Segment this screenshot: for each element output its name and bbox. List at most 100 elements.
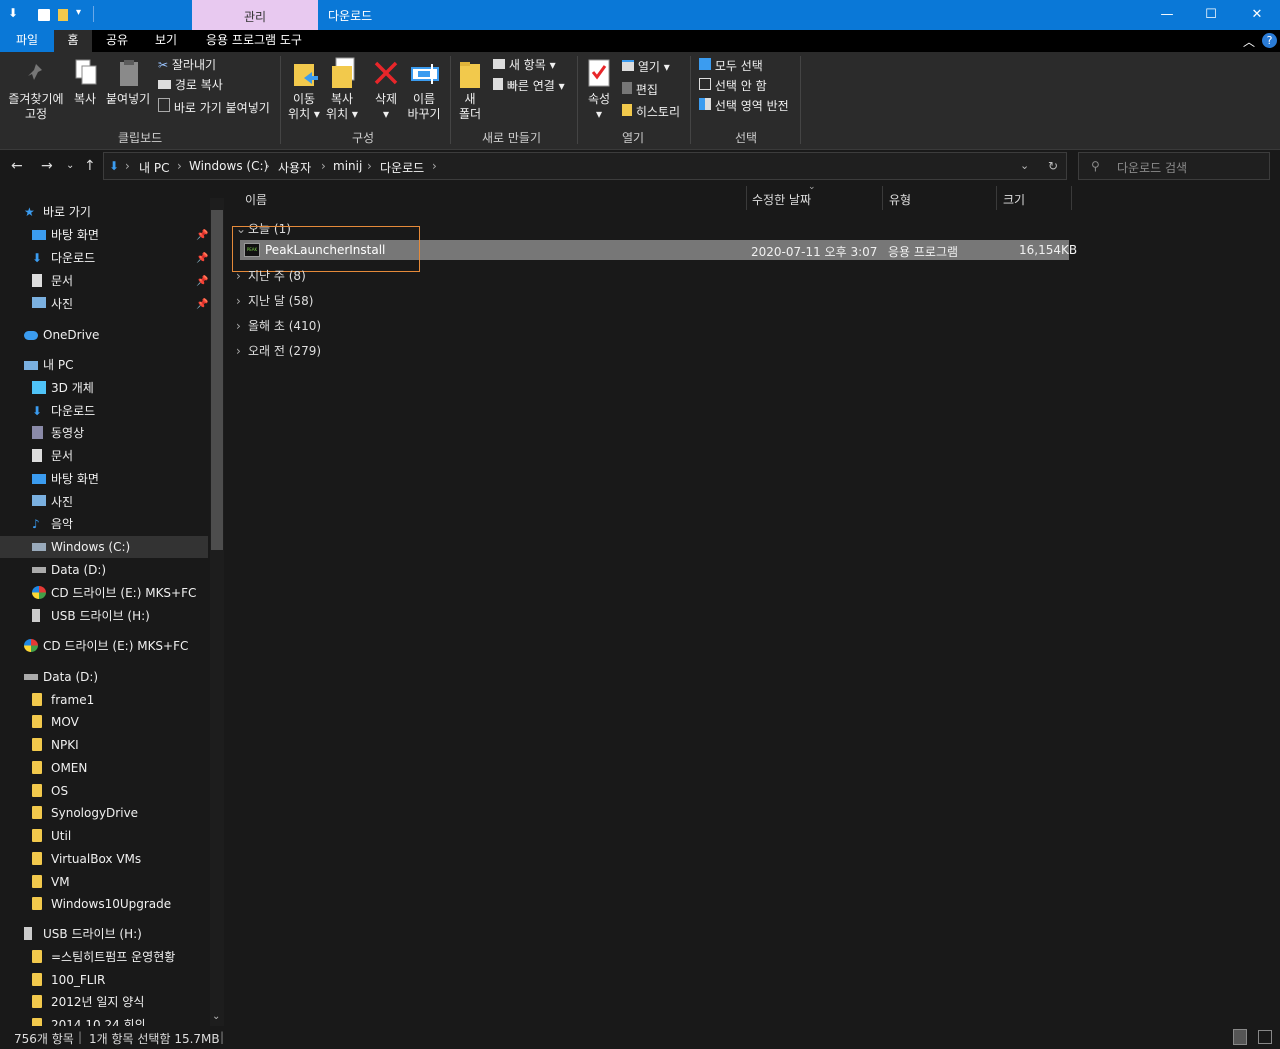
group-long-ago[interactable]: › 오래 전 (279) bbox=[236, 342, 321, 359]
paste-shortcut-button[interactable]: 바로 가기 붙여넣기 bbox=[158, 98, 270, 116]
breadcrumb-downloads[interactable]: 다운로드 bbox=[380, 159, 424, 176]
open-button[interactable]: 열기 ▾ bbox=[622, 60, 670, 75]
column-header-name[interactable]: 이름 bbox=[245, 191, 267, 208]
column-separator[interactable] bbox=[996, 186, 997, 210]
new-item-button[interactable]: 새 항목 ▾ bbox=[493, 58, 556, 73]
select-all-button[interactable]: 모두 선택 bbox=[699, 58, 763, 74]
folder-icon bbox=[32, 738, 42, 751]
chevron-right-icon[interactable]: › bbox=[432, 159, 437, 173]
chevron-right-icon[interactable]: › bbox=[321, 159, 326, 173]
copy-path-button[interactable]: 경로 복사 bbox=[158, 78, 223, 93]
close-button[interactable]: ✕ bbox=[1234, 0, 1280, 30]
nav-scrollbar-thumb[interactable] bbox=[211, 210, 223, 550]
chevron-right-icon[interactable]: › bbox=[367, 159, 372, 173]
group-label: 오래 전 (279) bbox=[248, 344, 322, 358]
breadcrumb-this-pc[interactable]: 내 PC bbox=[139, 159, 169, 176]
document-icon bbox=[32, 274, 42, 287]
tab-file[interactable]: 파일 bbox=[0, 30, 54, 52]
chevron-right-icon[interactable]: › bbox=[125, 159, 130, 173]
breadcrumb-users[interactable]: 사용자 bbox=[278, 159, 311, 176]
forward-icon[interactable]: → bbox=[41, 158, 53, 174]
group-last-week[interactable]: › 지난 주 (8) bbox=[236, 267, 306, 284]
back-icon[interactable]: ← bbox=[11, 158, 23, 174]
pin-label-1: 즐겨찾기에 bbox=[8, 92, 64, 106]
tab-share[interactable]: 공유 bbox=[98, 30, 136, 52]
address-bar[interactable]: ⬇ › 내 PC › Windows (C:) › 사용자 › minij › … bbox=[103, 152, 1067, 180]
details-view-icon[interactable] bbox=[1233, 1029, 1247, 1045]
search-input[interactable]: 다운로드 검색 bbox=[1117, 159, 1187, 176]
select-none-icon bbox=[699, 78, 711, 90]
customize-quick-access-icon[interactable]: ▾ bbox=[76, 7, 81, 18]
navigation-pane: ★ 바로 가기 바탕 화면 📌 ⬇ 다운로드 📌 문서 📌 사진 📌 OneDriv… bbox=[0, 186, 226, 1026]
nav-label: 3D 개체 bbox=[51, 381, 94, 395]
select-all-label: 모두 선택 bbox=[714, 59, 763, 73]
context-tab-manage[interactable]: 관리 bbox=[192, 0, 318, 30]
nav-label: OneDrive bbox=[43, 328, 100, 342]
pin-icon[interactable]: 📌 bbox=[196, 253, 208, 264]
column-separator[interactable] bbox=[746, 186, 747, 210]
history-icon bbox=[622, 104, 632, 116]
nav-label: Windows10Upgrade bbox=[51, 897, 172, 911]
tab-app-tools[interactable]: 응용 프로그램 도구 bbox=[196, 30, 312, 52]
status-bar: 756개 항목 | 1개 항목 선택함 15.7MB | bbox=[0, 1026, 1280, 1049]
properties-label-2: ▾ bbox=[595, 107, 603, 121]
pin-icon[interactable]: 📌 bbox=[196, 230, 208, 241]
scroll-down-icon[interactable]: ⌄ bbox=[212, 1011, 220, 1022]
new-folder-quick-icon[interactable] bbox=[58, 9, 68, 21]
breadcrumb-minij[interactable]: minij bbox=[333, 159, 362, 173]
group-last-month[interactable]: › 지난 달 (58) bbox=[236, 292, 313, 309]
nav-label: USB 드라이브 (H:) bbox=[43, 927, 142, 941]
item-count: 756개 항목 bbox=[14, 1032, 74, 1046]
properties-quick-icon[interactable] bbox=[38, 9, 50, 21]
refresh-icon[interactable]: ↻ bbox=[1048, 159, 1058, 173]
chevron-right-icon[interactable]: › bbox=[177, 159, 182, 173]
address-dropdown-icon[interactable]: ⌄ bbox=[1020, 159, 1029, 172]
nav-label: 사진 bbox=[51, 495, 74, 509]
folder-icon bbox=[32, 761, 42, 774]
pin-icon[interactable]: 📌 bbox=[196, 299, 208, 310]
folder-icon bbox=[32, 715, 42, 728]
nav-label: MOV bbox=[51, 715, 79, 729]
maximize-button[interactable]: ☐ bbox=[1188, 0, 1234, 30]
nav-label: frame1 bbox=[51, 693, 95, 707]
large-icons-view-icon[interactable] bbox=[1258, 1030, 1272, 1044]
nav-label: Data (D:) bbox=[51, 563, 107, 577]
column-separator[interactable] bbox=[882, 186, 883, 210]
recent-locations-icon[interactable]: ⌄ bbox=[66, 160, 74, 171]
folder-icon bbox=[32, 693, 42, 706]
nav-label: CD 드라이브 (E:) MKS+FC bbox=[51, 586, 197, 600]
status-divider: | bbox=[220, 1030, 225, 1044]
tab-home[interactable]: 홈 bbox=[54, 30, 92, 52]
search-box[interactable]: ⚲ 다운로드 검색 bbox=[1078, 152, 1270, 180]
cut-button[interactable]: ✂ 잘라내기 bbox=[158, 58, 216, 73]
minimize-button[interactable]: — bbox=[1144, 0, 1190, 30]
pin-icon[interactable]: 📌 bbox=[196, 276, 208, 287]
cd-icon bbox=[32, 586, 46, 599]
invert-selection-button[interactable]: 선택 영역 반전 bbox=[699, 98, 789, 114]
group-label-clipboard: 클립보드 bbox=[118, 131, 163, 145]
column-header-date[interactable]: 수정한 날짜 bbox=[752, 191, 811, 208]
up-icon[interactable]: ↑ bbox=[84, 158, 96, 174]
help-icon[interactable]: ? bbox=[1262, 33, 1277, 48]
column-header-type[interactable]: 유형 bbox=[889, 191, 911, 208]
video-icon bbox=[32, 426, 43, 439]
collapse-ribbon-icon[interactable]: ︿ bbox=[1243, 33, 1255, 50]
column-header-size[interactable]: 크기 bbox=[1003, 191, 1025, 208]
pictures-icon bbox=[32, 297, 46, 308]
history-button[interactable]: 히스토리 bbox=[622, 104, 680, 120]
title-bar: ⬇ ▾ 관리 다운로드 — ☐ ✕ bbox=[0, 0, 1280, 30]
folder-icon bbox=[32, 875, 42, 888]
chevron-right-icon[interactable]: › bbox=[265, 159, 270, 173]
breadcrumb-windows-c[interactable]: Windows (C:) bbox=[189, 159, 268, 173]
tab-view[interactable]: 보기 bbox=[146, 30, 186, 52]
edit-button[interactable]: 편집 bbox=[622, 82, 658, 98]
quick-access-icon[interactable]: ⬇ bbox=[8, 6, 18, 20]
group-label: 올해 초 (410) bbox=[248, 319, 322, 333]
select-none-button[interactable]: 선택 안 함 bbox=[699, 78, 767, 94]
folder-icon bbox=[32, 973, 42, 986]
computer-icon bbox=[24, 361, 38, 370]
group-earlier-year[interactable]: › 올해 초 (410) bbox=[236, 317, 321, 334]
column-separator[interactable] bbox=[1071, 186, 1072, 210]
address-row: ← → ⌄ ↑ ⬇ › 내 PC › Windows (C:) › 사용자 › … bbox=[0, 150, 1280, 184]
easy-access-button[interactable]: 빠른 연결 ▾ bbox=[493, 78, 565, 94]
